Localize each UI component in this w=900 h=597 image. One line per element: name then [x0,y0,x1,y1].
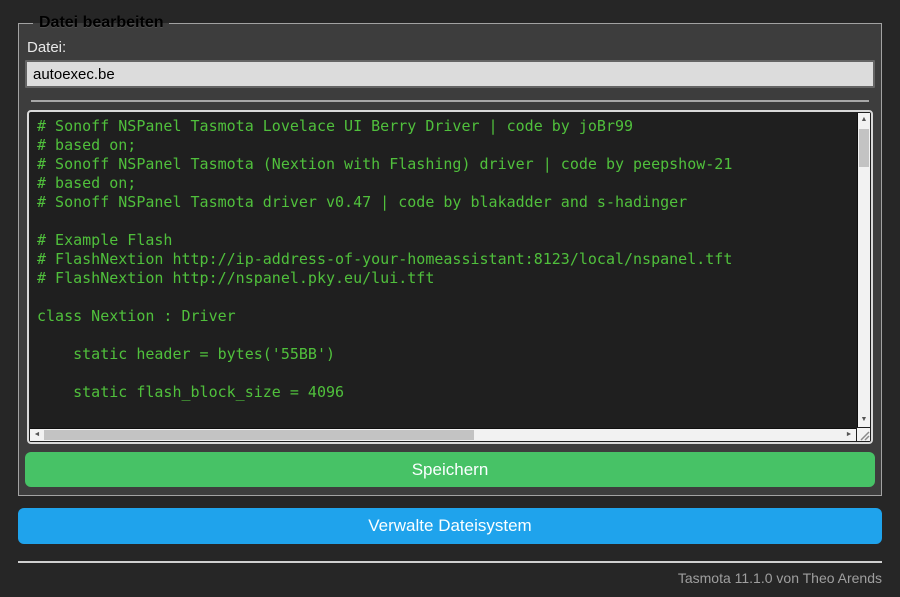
file-content-code[interactable]: # Sonoff NSPanel Tasmota Lovelace UI Ber… [29,112,856,427]
file-content-textarea[interactable]: # Sonoff NSPanel Tasmota Lovelace UI Ber… [27,110,873,444]
manage-filesystem-button[interactable]: Verwalte Dateisystem [18,508,882,544]
horizontal-scrollbar-thumb[interactable] [44,430,474,440]
edit-file-legend: Datei bearbeiten [39,14,164,31]
page-container: Datei bearbeiten Datei: # Sonoff NSPanel… [18,14,882,586]
edit-file-fieldset: Datei bearbeiten Datei: # Sonoff NSPanel… [18,14,882,496]
scroll-up-icon[interactable]: ▲ [858,114,870,126]
scroll-left-icon[interactable]: ◄ [31,429,43,441]
horizontal-scrollbar[interactable]: ◄ ► [30,428,856,441]
file-name-input[interactable] [25,60,875,88]
vertical-scrollbar[interactable]: ▲ ▼ [857,113,870,427]
save-button[interactable]: Speichern [25,452,875,487]
footer-divider [18,561,882,563]
file-name-label: Datei: [27,39,67,56]
form-divider [31,100,869,102]
resize-grip-icon[interactable] [857,428,870,441]
vertical-scrollbar-thumb[interactable] [859,129,869,167]
scroll-right-icon[interactable]: ► [843,429,855,441]
scroll-down-icon[interactable]: ▼ [858,414,870,426]
footer-version-text: Tasmota 11.1.0 von Theo Arends [677,570,882,586]
